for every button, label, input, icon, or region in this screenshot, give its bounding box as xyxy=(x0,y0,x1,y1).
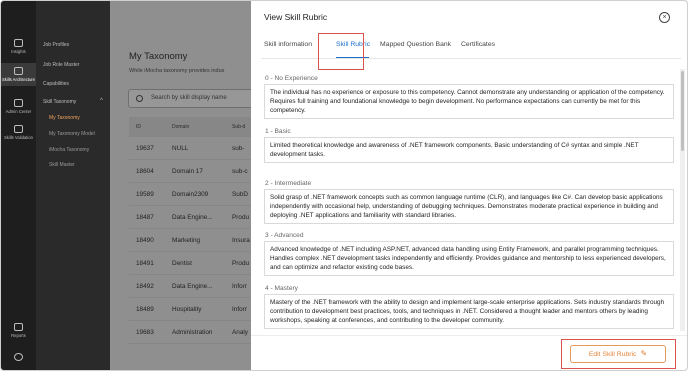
table-row[interactable]: 18490 Marketing Insura xyxy=(129,229,269,252)
tab-mapped-question-bank[interactable]: Mapped Question Bank xyxy=(380,41,451,48)
cell-domain: Domain 17 xyxy=(172,168,203,175)
cell-domain: Data Engine... xyxy=(172,283,213,290)
modal-title: View Skill Rubric xyxy=(264,12,328,22)
search-input[interactable]: Search by skill display name xyxy=(128,89,258,108)
cell-subdomain: Inforr xyxy=(232,283,247,290)
icon-rail: Insights Skills Architecture Admin Cente… xyxy=(1,1,36,370)
submenu-item-skill-master[interactable]: Skill Master xyxy=(49,162,75,168)
play-icon xyxy=(14,353,23,361)
cell-domain: Hospitality xyxy=(172,306,202,313)
cell-subdomain: Analy xyxy=(232,329,248,336)
level-title: 2 - Intermediate xyxy=(265,180,312,187)
cell-domain: NULL xyxy=(172,145,189,152)
rail-label: Skills Architecture xyxy=(1,77,36,82)
search-placeholder: Search by skill display name xyxy=(151,95,227,101)
table-row[interactable]: 18604 Domain 17 sub-c xyxy=(129,160,269,183)
cell-domain: Domain2309 xyxy=(172,191,209,198)
level-description: Mastery of the .NET framework with the a… xyxy=(264,294,674,329)
level-description: The individual has no experience or expo… xyxy=(264,84,674,119)
cell-subdomain: Insura xyxy=(232,237,250,244)
validation-icon xyxy=(14,125,23,133)
app-frame: Insights Skills Architecture Admin Cente… xyxy=(0,0,688,371)
submenu-item-imocha-taxonomy[interactable]: iMocha Taxonomy xyxy=(49,147,89,153)
submenu-item-capabilities[interactable]: Capabilities xyxy=(43,81,69,87)
skills-icon xyxy=(14,67,23,75)
cell-id: 18490 xyxy=(136,237,154,244)
cell-domain: Marketing xyxy=(172,237,201,244)
cell-id: 19637 xyxy=(136,145,154,152)
tab-skill-information[interactable]: Skill information xyxy=(264,41,312,48)
column-header-id: ID xyxy=(136,124,141,130)
footer-divider xyxy=(251,335,687,336)
rail-item-play[interactable] xyxy=(1,353,36,363)
submenu-item-job-role-master[interactable]: Job Role Master xyxy=(43,62,79,68)
edit-highlight-box xyxy=(561,339,676,369)
rail-label: Admin Center xyxy=(5,109,32,114)
cell-domain: Dentist xyxy=(172,260,192,267)
level-description: Advanced knowledge of .NET including ASP… xyxy=(264,241,674,276)
table-row[interactable]: 18491 Dentist Produ xyxy=(129,252,269,275)
table-header: ID Domain Sub-d xyxy=(129,117,269,137)
level-description: Limited theoretical knowledge and awaren… xyxy=(264,137,674,163)
page-subtitle: While iMocha taxonomy provides indus xyxy=(129,68,225,74)
scrollbar-thumb[interactable] xyxy=(681,71,684,151)
search-icon xyxy=(136,95,143,102)
table-row[interactable]: 18489 Hospitality Inforr xyxy=(129,298,269,321)
cell-id: 19589 xyxy=(136,191,154,198)
level-title: 0 - No Experience xyxy=(265,75,318,82)
submenu-item-skill-taxonomy[interactable]: Skill Taxonomy xyxy=(43,99,76,105)
cell-id: 18604 xyxy=(136,168,154,175)
rail-item-insights[interactable]: Insights xyxy=(1,39,36,54)
column-header-subdomain: Sub-d xyxy=(232,124,246,130)
submenu-item-job-profiles[interactable]: Job Profiles xyxy=(43,42,69,48)
cell-subdomain: Inforr xyxy=(232,306,247,313)
column-header-domain: Domain xyxy=(172,124,190,130)
submenu-item-my-taxonomy-model[interactable]: My Taxonomy Model xyxy=(49,131,95,137)
cell-id: 18491 xyxy=(136,260,154,267)
submenu: Job Profiles Job Role Master Capabilitie… xyxy=(36,1,110,370)
rail-label: Reports xyxy=(11,333,26,338)
rail-item-admin-center[interactable]: Admin Center xyxy=(1,99,36,114)
submenu-item-my-taxonomy[interactable]: My Taxonomy xyxy=(49,115,80,121)
cell-id: 18489 xyxy=(136,306,154,313)
rubric-content: 0 - No Experience The individual has no … xyxy=(251,61,687,331)
rail-item-reports[interactable]: Reports xyxy=(1,323,36,338)
cell-id: 19683 xyxy=(136,329,154,336)
cell-domain: Data Engine... xyxy=(172,214,213,221)
table-row[interactable]: 19637 NULL sub- xyxy=(129,137,269,160)
cell-subdomain: Produ xyxy=(232,214,250,221)
cell-subdomain: sub- xyxy=(232,145,245,152)
table-row[interactable]: 18492 Data Engine... Inforr xyxy=(129,275,269,298)
rail-item-skills-validation[interactable]: Skills Validation xyxy=(1,125,36,140)
close-icon[interactable]: × xyxy=(659,12,670,23)
skill-rubric-modal: View Skill Rubric × Skill information Sk… xyxy=(251,1,687,370)
table-row[interactable]: 19589 Domain2309 SubD xyxy=(129,183,269,206)
cell-subdomain: Produ xyxy=(232,260,250,267)
level-title: 1 - Basic xyxy=(265,128,291,135)
cell-subdomain: sub-c xyxy=(232,168,248,175)
page-title: My Taxonomy xyxy=(129,51,188,62)
reports-icon xyxy=(14,323,23,331)
home-icon xyxy=(14,39,23,47)
table-row[interactable]: 18487 Data Engine... Produ xyxy=(129,206,269,229)
rail-item-skills-architecture[interactable]: Skills Architecture xyxy=(1,63,36,86)
table-row[interactable]: 19683 Administration Analy xyxy=(129,321,269,344)
level-title: 3 - Advanced xyxy=(265,232,304,239)
taxonomy-page: My Taxonomy While iMocha taxonomy provid… xyxy=(110,1,269,370)
cell-id: 18487 xyxy=(136,214,154,221)
cell-subdomain: SubD xyxy=(232,191,248,198)
rail-label: Skills Validation xyxy=(3,135,34,140)
rail-label: Insights xyxy=(11,49,26,54)
tab-highlight-box xyxy=(318,33,364,70)
level-title: 4 - Mastery xyxy=(265,285,298,292)
cell-id: 18492 xyxy=(136,283,154,290)
level-description: Solid grasp of .NET framework concepts s… xyxy=(264,189,674,224)
admin-icon xyxy=(14,99,23,107)
tab-certificates[interactable]: Certificates xyxy=(461,41,495,48)
cell-domain: Administration xyxy=(172,329,213,336)
chevron-up-icon[interactable]: ^ xyxy=(100,98,103,104)
